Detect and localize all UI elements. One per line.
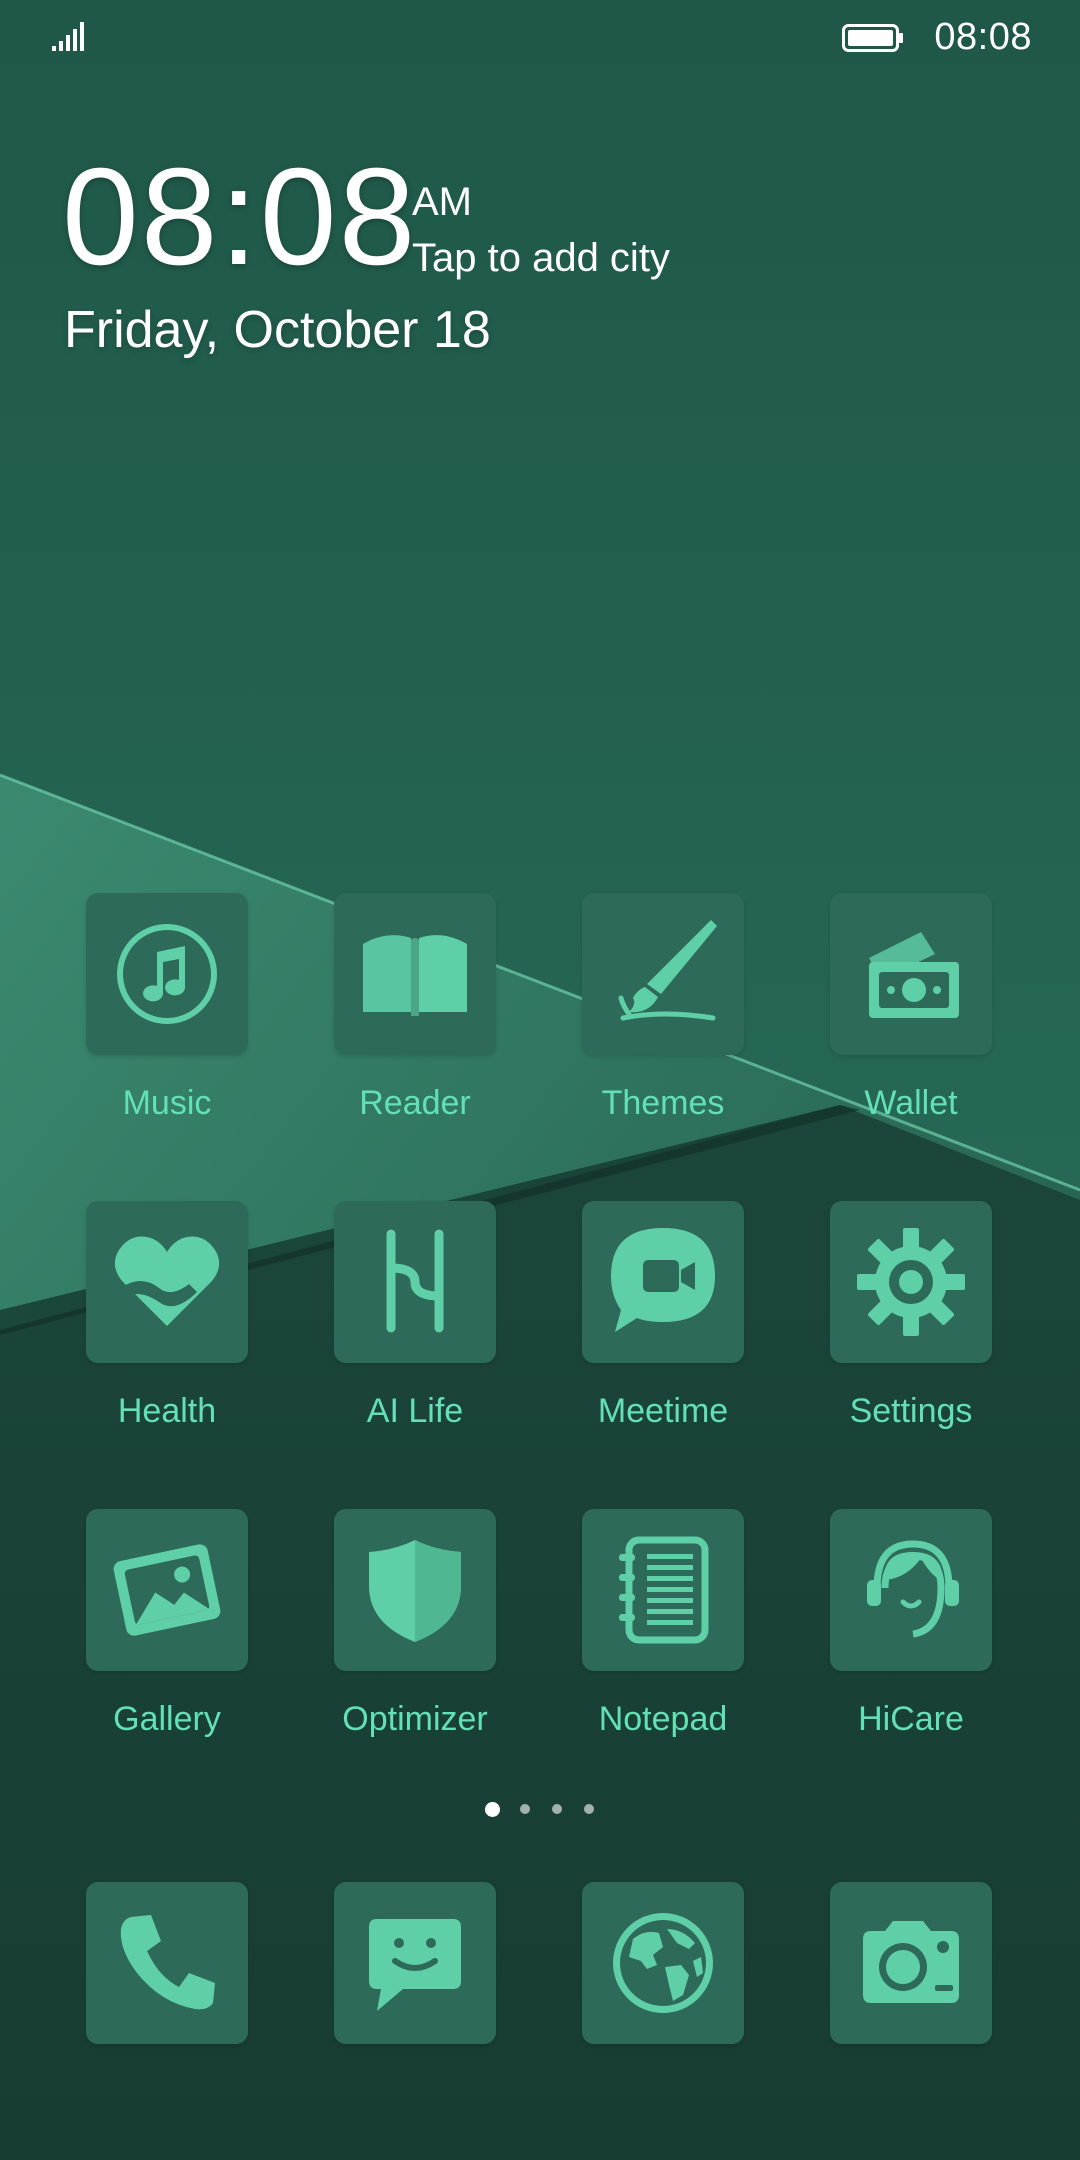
photo-icon (113, 1544, 221, 1636)
app-tile[interactable] (582, 1509, 744, 1671)
app-tile[interactable] (830, 893, 992, 1055)
clock-ampm: AM (412, 180, 472, 224)
paintbrush-icon (618, 920, 717, 1021)
signal-icon (52, 22, 84, 51)
app-tile[interactable] (582, 893, 744, 1055)
app-label: AI Life (366, 1392, 464, 1430)
app-tile[interactable] (830, 1201, 992, 1363)
app-label: Health (117, 1392, 217, 1430)
video-chat-icon (611, 1228, 715, 1332)
notepad-icon (619, 1536, 709, 1644)
app-tile[interactable] (86, 1882, 248, 2044)
app-music[interactable]: Music (57, 893, 277, 1143)
dock-phone[interactable] (57, 1882, 277, 2052)
app-ai-life[interactable]: AI Life (305, 1201, 525, 1451)
app-label: Meetime (597, 1392, 729, 1430)
camera-icon (863, 1921, 959, 2003)
message-icon (369, 1919, 461, 2011)
app-settings[interactable]: Settings (801, 1201, 1021, 1451)
app-health[interactable]: Health (57, 1201, 277, 1451)
clock-date: Friday, October 18 (64, 301, 491, 359)
page-dot-4[interactable] (584, 1804, 594, 1814)
app-label: Reader (359, 1084, 471, 1122)
app-wallet[interactable]: Wallet (801, 893, 1021, 1143)
app-tile[interactable] (334, 1882, 496, 2044)
dock-messages[interactable] (305, 1882, 525, 2052)
app-label: Gallery (113, 1700, 221, 1738)
app-tile[interactable] (86, 1201, 248, 1363)
app-tile[interactable] (334, 1509, 496, 1671)
app-tile[interactable] (334, 1201, 496, 1363)
app-label: Themes (601, 1084, 725, 1122)
app-meetime[interactable]: Meetime (553, 1201, 773, 1451)
gear-icon (857, 1228, 965, 1336)
app-tile[interactable] (334, 893, 496, 1055)
app-themes[interactable]: Themes (553, 893, 773, 1143)
battery-icon (842, 24, 903, 52)
app-optimizer[interactable]: Optimizer (305, 1509, 525, 1759)
heart-icon (114, 1236, 220, 1326)
app-tile[interactable] (582, 1201, 744, 1363)
app-tile[interactable] (582, 1882, 744, 2044)
app-label: Settings (849, 1392, 973, 1430)
app-label: Optimizer (342, 1700, 488, 1738)
app-tile[interactable] (86, 1509, 248, 1671)
app-label: Wallet (864, 1084, 958, 1122)
add-city-link[interactable]: Tap to add city (412, 238, 670, 278)
clock-time[interactable]: 08:08 (62, 148, 417, 286)
app-reader[interactable]: Reader (305, 893, 525, 1143)
app-label: Music (122, 1084, 212, 1122)
status-bar: 08:08 (0, 0, 1080, 75)
page-dot-1[interactable] (485, 1802, 500, 1817)
ai-life-icon (386, 1229, 444, 1333)
dock-browser[interactable] (553, 1882, 773, 2052)
app-notepad[interactable]: Notepad (553, 1509, 773, 1759)
globe-icon (613, 1913, 713, 2013)
phone-icon (120, 1915, 215, 2010)
status-time: 08:08 (934, 16, 1032, 58)
music-icon (117, 924, 217, 1024)
app-label: Notepad (598, 1700, 728, 1738)
app-tile[interactable] (830, 1882, 992, 2044)
app-label: HiCare (858, 1700, 964, 1738)
page-dot-2[interactable] (520, 1804, 530, 1814)
wallet-icon (869, 932, 959, 1018)
home-screen: 08:08 08:08 AM Tap to add city Friday, O… (0, 0, 1080, 2160)
page-indicator[interactable] (480, 1800, 600, 1820)
book-icon (363, 935, 467, 1016)
dock-camera[interactable] (801, 1882, 1021, 2052)
headset-icon (867, 1540, 959, 1638)
app-gallery[interactable]: Gallery (57, 1509, 277, 1759)
app-hicare[interactable]: HiCare (801, 1509, 1021, 1759)
app-tile[interactable] (86, 893, 248, 1055)
clock-widget[interactable]: 08:08 AM Tap to add city Friday, October… (62, 148, 962, 388)
page-dot-3[interactable] (552, 1804, 562, 1814)
shield-icon (369, 1540, 461, 1642)
app-tile[interactable] (830, 1509, 992, 1671)
